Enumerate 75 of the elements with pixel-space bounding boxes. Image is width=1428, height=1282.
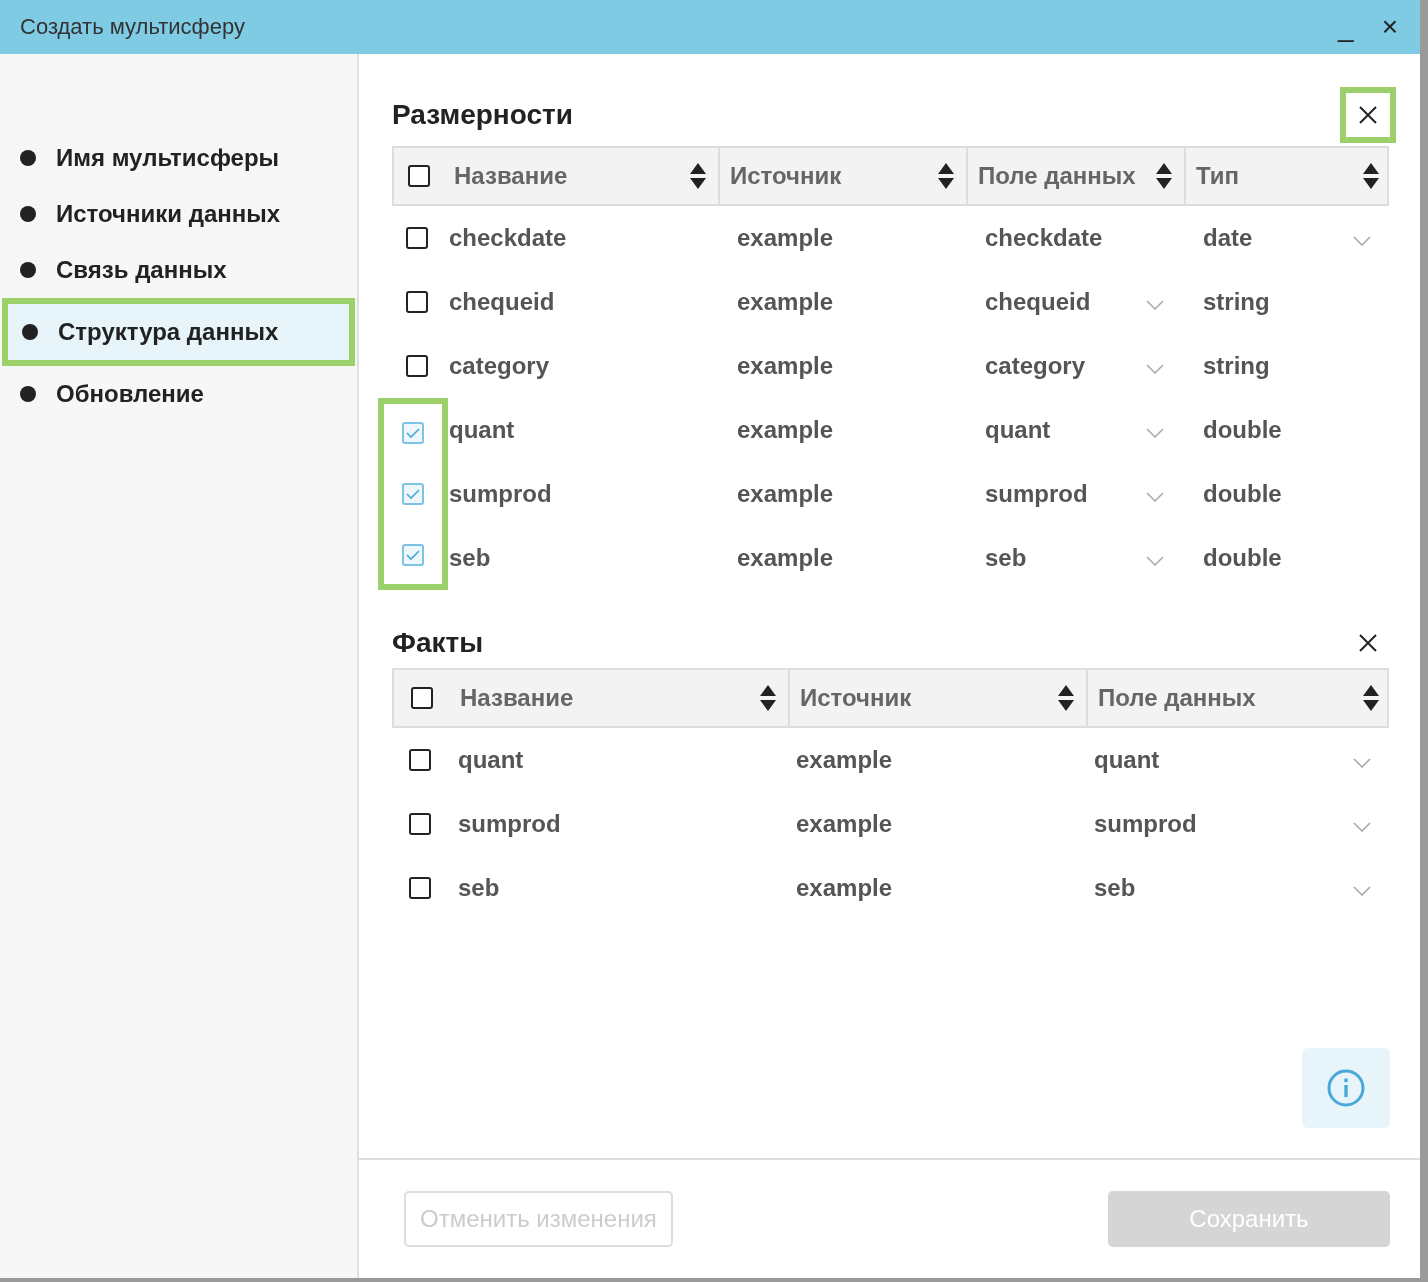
table-cell: quant bbox=[985, 416, 1051, 444]
table-cell: double bbox=[1203, 480, 1282, 508]
table-cell: chequeid bbox=[985, 288, 1091, 316]
table-cell: double bbox=[1203, 544, 1282, 572]
table-cell-text: category bbox=[448, 351, 551, 381]
table-cell-text: example bbox=[736, 351, 835, 381]
table-cell: checkdate bbox=[985, 224, 1103, 252]
nav-item[interactable]: Связь данных bbox=[0, 242, 357, 298]
table-cell: string bbox=[1203, 352, 1270, 380]
check-icon bbox=[405, 427, 421, 439]
column-header[interactable]: Поле данных bbox=[966, 148, 1184, 204]
checkbox[interactable] bbox=[409, 813, 431, 835]
table-cell: string bbox=[1203, 288, 1270, 316]
table-cell-text: example bbox=[736, 223, 835, 253]
checkbox[interactable] bbox=[406, 355, 428, 377]
nav-item[interactable]: Структура данных bbox=[2, 298, 355, 366]
table-cell-text: chequeid bbox=[448, 287, 556, 317]
table-cell-text: checkdate bbox=[448, 223, 568, 253]
checkbox[interactable] bbox=[411, 687, 433, 709]
check-icon bbox=[405, 488, 421, 500]
table-cell: sumprod bbox=[985, 480, 1088, 508]
table-cell-text: quant bbox=[448, 415, 516, 445]
table-cell: category bbox=[985, 352, 1086, 380]
checkbox[interactable] bbox=[402, 544, 424, 566]
nav-item[interactable]: Источники данных bbox=[0, 186, 357, 242]
section-title: Размерности bbox=[392, 99, 573, 131]
table-cell: sumprod bbox=[1094, 810, 1197, 838]
table-cell-text: example bbox=[736, 287, 835, 317]
close-icon bbox=[1358, 633, 1378, 653]
table-cell-text: sumprod bbox=[457, 809, 562, 839]
close-button[interactable]: × bbox=[1377, 13, 1402, 41]
column-header[interactable]: Источник bbox=[718, 148, 966, 204]
checkbox[interactable] bbox=[409, 877, 431, 899]
table-cell: seb bbox=[1094, 874, 1136, 902]
close-button[interactable] bbox=[1340, 87, 1396, 143]
table-cell: double bbox=[1203, 416, 1282, 444]
table-cell-text: seb bbox=[448, 543, 492, 573]
section-title: Факты bbox=[392, 627, 484, 659]
sort-icon[interactable] bbox=[690, 163, 706, 189]
sort-icon[interactable] bbox=[760, 685, 776, 711]
sort-icon[interactable] bbox=[1363, 163, 1379, 189]
column-header[interactable]: Название bbox=[444, 148, 718, 204]
table-cell-text: example bbox=[736, 543, 835, 573]
table-cell-text: sumprod bbox=[448, 479, 553, 509]
table-cell: seb bbox=[985, 544, 1027, 572]
table-cell-text: quant bbox=[457, 745, 525, 775]
column-header[interactable]: Поле данных bbox=[1086, 670, 1391, 726]
column-header[interactable]: Источник bbox=[788, 670, 1086, 726]
column-header[interactable]: Тип bbox=[1184, 148, 1391, 204]
check-icon bbox=[405, 549, 421, 561]
info-icon bbox=[1326, 1068, 1366, 1108]
checkbox[interactable] bbox=[406, 227, 428, 249]
table-cell-text: seb bbox=[457, 873, 501, 903]
table-cell-text: example bbox=[736, 479, 835, 509]
column-header[interactable]: Название bbox=[450, 670, 788, 726]
sort-icon[interactable] bbox=[1058, 685, 1074, 711]
checkbox[interactable] bbox=[409, 749, 431, 771]
table-cell: quant bbox=[1094, 746, 1160, 774]
table-cell-text: example bbox=[795, 745, 894, 775]
minimize-button[interactable]: _ bbox=[1334, 13, 1358, 41]
table-cell-text: example bbox=[795, 809, 894, 839]
sort-icon[interactable] bbox=[1363, 685, 1379, 711]
checkbox[interactable] bbox=[402, 483, 424, 505]
nav-item[interactable]: Обновление bbox=[0, 366, 357, 422]
window-title: Создать мультисферу bbox=[20, 14, 245, 40]
nav-item[interactable]: Имя мультисферы bbox=[0, 130, 357, 186]
checkbox[interactable] bbox=[406, 291, 428, 313]
table-cell-text: example bbox=[795, 873, 894, 903]
table-cell: date bbox=[1203, 224, 1253, 252]
checkbox[interactable] bbox=[402, 422, 424, 444]
close-icon bbox=[1358, 105, 1378, 125]
sort-icon[interactable] bbox=[1156, 163, 1172, 189]
checkbox[interactable] bbox=[408, 165, 430, 187]
sort-icon[interactable] bbox=[938, 163, 954, 189]
table-cell-text: example bbox=[736, 415, 835, 445]
